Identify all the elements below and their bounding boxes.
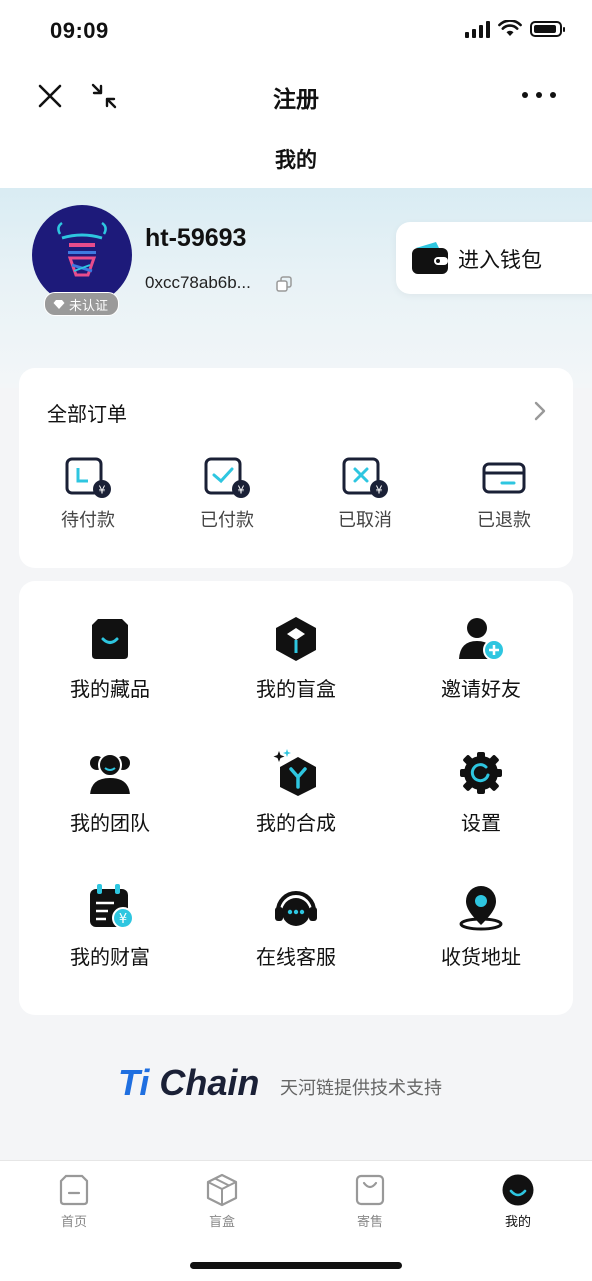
address-icon [459, 886, 503, 931]
page-header: 我的 [0, 126, 592, 188]
customer-service-icon [275, 891, 317, 926]
avatar[interactable] [32, 205, 132, 305]
order-label: 已付款 [200, 510, 254, 531]
diamond-icon [53, 299, 65, 309]
chevron-right-icon[interactable] [533, 400, 547, 422]
wifi-icon [498, 20, 522, 36]
home-indicator[interactable] [190, 1262, 402, 1269]
status-icons [465, 20, 565, 38]
signal-icon [465, 20, 490, 38]
verification-badge: 未认证 [44, 292, 120, 316]
order-pending-payment[interactable]: ¥ 待付款 [38, 456, 138, 532]
all-orders-link[interactable]: 全部订单 [47, 398, 127, 427]
order-label: 已退款 [477, 510, 531, 531]
pending-payment-icon: ¥ [65, 457, 111, 498]
username: ht-59693 [145, 224, 247, 252]
menu-my-collection[interactable]: 我的藏品 [25, 615, 195, 702]
wealth-icon: ¥ [90, 884, 134, 929]
paid-icon: ¥ [204, 457, 250, 498]
menu-invite-friends[interactable]: 邀请好友 [396, 615, 566, 702]
tab-profile[interactable]: 我的 [468, 1173, 568, 1230]
enter-wallet-button[interactable]: 进入钱包 [396, 222, 592, 294]
powered-by-footer: Ti Chain 天河链提供技术支持 [0, 1062, 592, 1108]
invite-friend-icon [459, 618, 505, 661]
order-refunded[interactable]: 已退款 [454, 456, 554, 532]
menu-label: 我的团队 [70, 811, 150, 835]
refunded-icon [482, 462, 526, 494]
order-cancelled[interactable]: ¥ 已取消 [315, 456, 415, 532]
box-icon [206, 1173, 238, 1207]
wallet-icon [412, 242, 448, 274]
tab-blind-box[interactable]: 盲盒 [172, 1173, 272, 1230]
menu-shipping-address[interactable]: 收货地址 [396, 883, 566, 970]
menu-label: 我的盲盒 [256, 677, 336, 701]
cancelled-icon: ¥ [342, 457, 388, 498]
settings-icon [460, 752, 502, 794]
menu-label: 我的合成 [256, 811, 336, 835]
tab-label: 首页 [60, 1215, 87, 1230]
page-title: 我的 [275, 148, 317, 172]
nav-bar: 注册 [0, 64, 592, 126]
tab-label: 盲盒 [208, 1215, 235, 1230]
menu-label: 我的藏品 [70, 677, 150, 701]
copy-icon[interactable] [276, 276, 292, 292]
home-icon [59, 1174, 89, 1206]
wallet-address: 0xcc78ab6b... [145, 273, 251, 292]
menu-card: 我的藏品 我的盲盒 邀请好友 我的团队 我的合成 设置 ¥ 我的财富 在线客服 … [19, 581, 573, 1015]
avatar-logo-icon [57, 221, 107, 277]
tichain-logo: Ti Chain [118, 1062, 260, 1103]
order-paid[interactable]: ¥ 已付款 [177, 456, 277, 532]
badge-label: 未认证 [69, 298, 109, 314]
menu-label: 收货地址 [441, 945, 521, 969]
menu-label: 我的财富 [70, 945, 150, 969]
tab-label: 寄售 [356, 1215, 383, 1230]
tab-home[interactable]: 首页 [24, 1173, 124, 1230]
svg-text:¥: ¥ [99, 484, 106, 497]
profile-icon [502, 1174, 534, 1206]
menu-settings[interactable]: 设置 [396, 749, 566, 836]
footer-text: 天河链提供技术支持 [280, 1078, 442, 1099]
menu-my-synthesis[interactable]: 我的合成 [211, 749, 381, 836]
blind-box-icon [276, 617, 316, 661]
battery-icon [530, 21, 565, 37]
consignment-icon [355, 1174, 385, 1206]
tab-label: 我的 [504, 1215, 531, 1230]
status-bar: 09:09 [0, 0, 592, 64]
tab-consignment[interactable]: 寄售 [320, 1173, 420, 1230]
svg-text:¥: ¥ [238, 484, 245, 497]
menu-label: 在线客服 [256, 945, 336, 969]
svg-text:¥: ¥ [119, 912, 127, 927]
menu-my-blind-box[interactable]: 我的盲盒 [211, 615, 381, 702]
status-time: 09:09 [50, 18, 109, 43]
orders-card: 全部订单 ¥ 待付款 ¥ 已付款 ¥ 已取消 已退款 [19, 368, 573, 568]
more-icon[interactable] [522, 84, 556, 106]
menu-my-team[interactable]: 我的团队 [25, 749, 195, 836]
menu-label: 设置 [461, 811, 501, 835]
nav-title: 注册 [273, 87, 319, 113]
profile-section: 未认证 ht-59693 0xcc78ab6b... 进入钱包 [0, 188, 592, 388]
synthesis-icon [273, 749, 316, 796]
team-icon [87, 753, 133, 796]
svg-text:¥: ¥ [376, 484, 383, 497]
menu-customer-service[interactable]: 在线客服 [211, 883, 381, 970]
wallet-label: 进入钱包 [458, 248, 542, 272]
menu-label: 邀请好友 [441, 677, 521, 701]
menu-my-wealth[interactable]: ¥ 我的财富 [25, 883, 195, 970]
order-label: 已取消 [338, 510, 392, 531]
collection-icon [92, 619, 128, 659]
order-label: 待付款 [61, 510, 115, 531]
